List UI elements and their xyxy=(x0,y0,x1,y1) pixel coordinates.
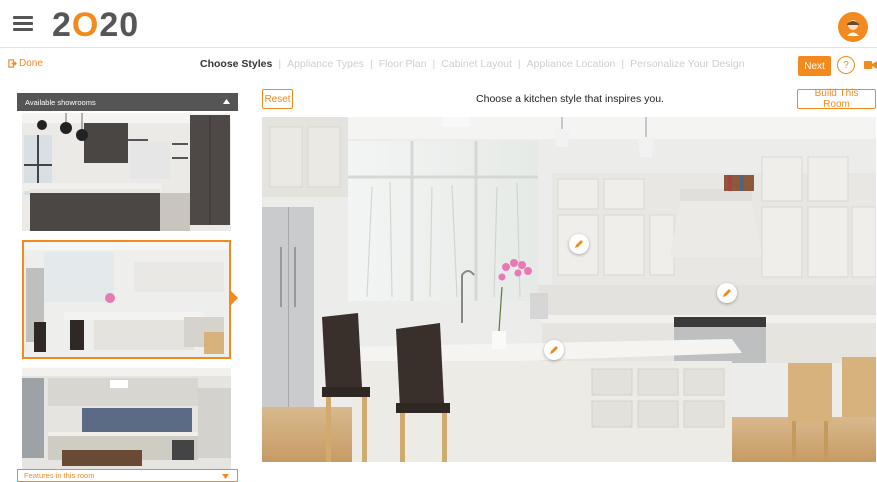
reset-button[interactable]: Reset xyxy=(262,89,293,109)
pencil-icon xyxy=(723,289,731,297)
app-header: 2O20 xyxy=(0,0,877,46)
showrooms-dropdown-label: Available showrooms xyxy=(25,97,96,107)
next-button[interactable]: Next xyxy=(798,56,831,76)
exit-icon xyxy=(8,59,17,68)
showroom-thumbnail-dark-gray[interactable] xyxy=(22,113,231,231)
step-list: Choose Styles | Appliance Types | Floor Plan… xyxy=(200,58,745,70)
logo: 2O20 xyxy=(52,6,140,44)
selected-indicator-arrow xyxy=(231,291,238,305)
step-cabinet-layout[interactable]: Cabinet Layout xyxy=(441,58,512,70)
user-avatar-icon xyxy=(847,20,859,36)
done-label: Done xyxy=(19,58,43,69)
pencil-icon xyxy=(575,240,583,248)
video-icon[interactable] xyxy=(864,60,877,70)
style-prompt: Choose a kitchen style that inspires you… xyxy=(476,93,664,105)
step-appliance-types[interactable]: Appliance Types xyxy=(287,58,364,70)
hamburger-menu-icon[interactable] xyxy=(13,16,33,31)
kitchen-preview-image xyxy=(262,117,876,462)
step-bar: Done Choose Styles | Appliance Types | Floor… xyxy=(0,52,877,80)
step-personalize-design[interactable]: Personalize Your Design xyxy=(630,58,744,70)
pencil-icon xyxy=(550,346,558,354)
edit-hotspot-countertop[interactable] xyxy=(544,340,564,360)
done-button[interactable]: Done xyxy=(8,58,43,69)
header-divider xyxy=(0,47,877,48)
step-choose-styles[interactable]: Choose Styles xyxy=(200,58,272,70)
chevron-up-icon xyxy=(223,99,230,104)
showroom-thumbnail-blue-tile[interactable] xyxy=(22,368,231,469)
edit-hotspot-backsplash[interactable] xyxy=(717,283,737,303)
showrooms-dropdown[interactable]: Available showrooms xyxy=(17,93,238,111)
chevron-down-icon xyxy=(222,474,229,479)
step-appliance-location[interactable]: Appliance Location xyxy=(527,58,616,70)
user-avatar[interactable] xyxy=(838,12,868,42)
build-this-room-button[interactable]: Build This Room xyxy=(797,88,876,110)
features-dropdown[interactable]: Features in this room xyxy=(17,469,238,482)
help-button[interactable]: ? xyxy=(837,56,855,74)
edit-hotspot-cabinets[interactable] xyxy=(569,234,589,254)
features-dropdown-label: Features in this room xyxy=(24,471,95,480)
step-floor-plan[interactable]: Floor Plan xyxy=(379,58,427,70)
showroom-thumbnail-white-selected[interactable] xyxy=(22,240,231,359)
